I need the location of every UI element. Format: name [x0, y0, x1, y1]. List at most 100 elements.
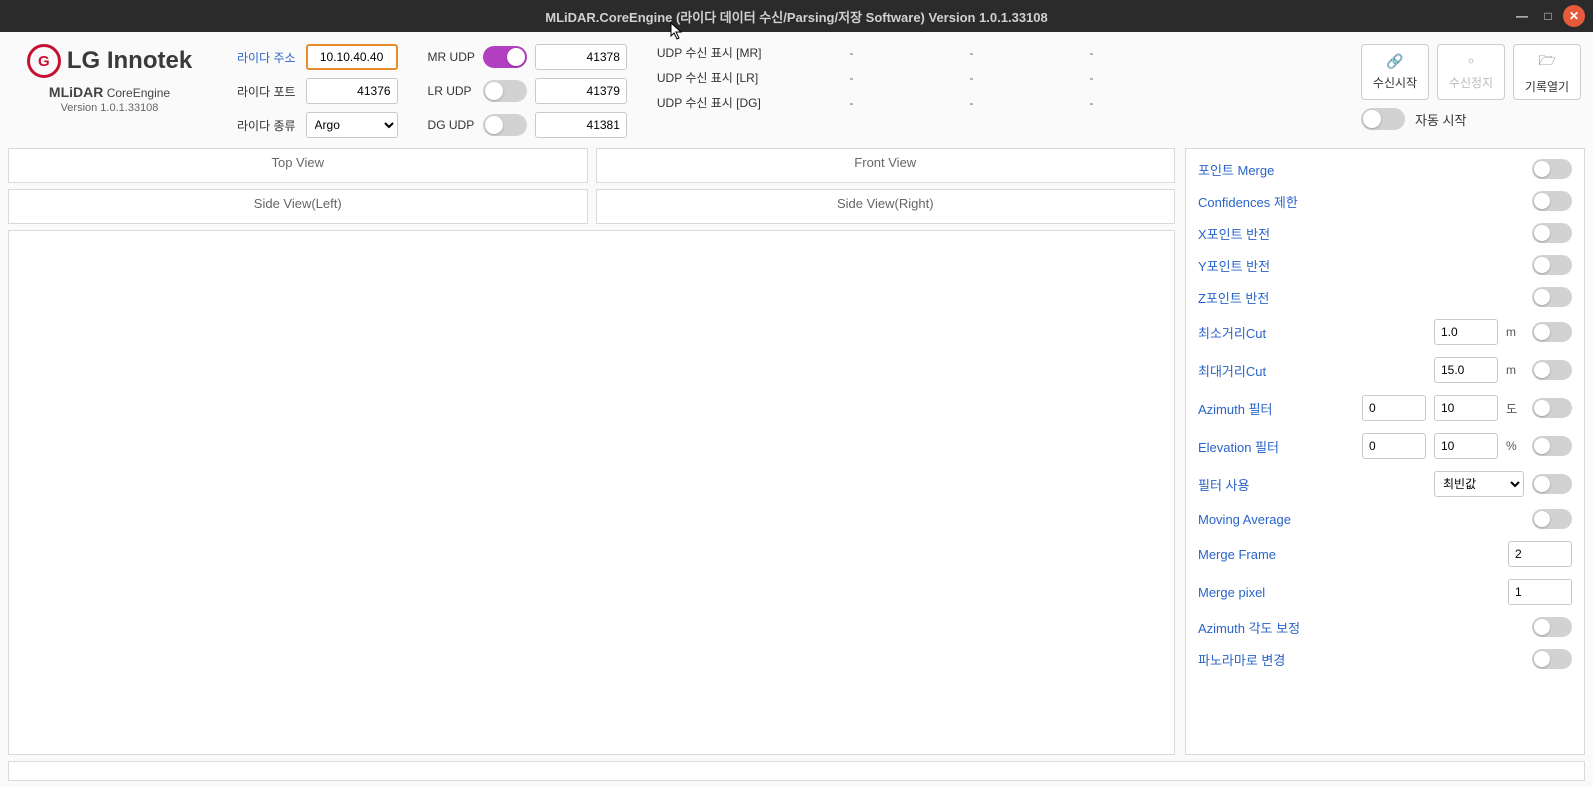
- open-record-button[interactable]: 🗁 기록열기: [1513, 44, 1581, 100]
- top-view-panel: Top View: [8, 148, 588, 183]
- disp-mr-label: UDP 수신 표시 [MR]: [657, 44, 762, 61]
- mr-udp-port[interactable]: [535, 44, 627, 70]
- stop-receive-button[interactable]: ⚬ 수신정지: [1437, 44, 1505, 100]
- lr-udp-port[interactable]: [535, 78, 627, 104]
- close-button[interactable]: ✕: [1563, 5, 1585, 27]
- brand-block: G LG Innotek MLiDAR CoreEngine Version 1…: [12, 44, 207, 114]
- disp-lr-v3: -: [1062, 71, 1122, 85]
- opt-mpixel-input[interactable]: [1508, 579, 1572, 605]
- minimize-button[interactable]: —: [1511, 5, 1533, 27]
- lidar-config: 라이다 주소 라이다 포트 라이다 종류 Argo: [237, 44, 398, 138]
- type-label: 라이다 종류: [237, 117, 296, 134]
- addr-label: 라이다 주소: [237, 49, 296, 66]
- opt-azcorr-toggle[interactable]: [1532, 617, 1572, 637]
- disp-dg-v3: -: [1062, 96, 1122, 110]
- opt-maxcut-toggle[interactable]: [1532, 360, 1572, 380]
- udp-display: UDP 수신 표시 [MR] - - - UDP 수신 표시 [LR] - - …: [657, 44, 1122, 111]
- opt-fuse-label: 필터 사용: [1198, 475, 1249, 494]
- opt-maxcut-input[interactable]: [1434, 357, 1498, 383]
- opt-mpixel-label: Merge pixel: [1198, 585, 1265, 600]
- opt-az-label: Azimuth 필터: [1198, 399, 1273, 418]
- opt-yflip-toggle[interactable]: [1532, 255, 1572, 275]
- mr-udp-label: MR UDP: [428, 50, 475, 64]
- titlebar: MLiDAR.CoreEngine (라이다 데이터 수신/Parsing/저장…: [0, 0, 1593, 32]
- opt-merge-label: 포인트 Merge: [1198, 160, 1274, 179]
- right-view-panel: Side View(Right): [596, 189, 1176, 224]
- lr-udp-toggle[interactable]: [483, 80, 527, 102]
- disp-dg-v2: -: [942, 96, 1002, 110]
- window-title: MLiDAR.CoreEngine (라이다 데이터 수신/Parsing/저장…: [545, 7, 1048, 26]
- opt-mframe-input[interactable]: [1508, 541, 1572, 567]
- autostart-toggle[interactable]: [1361, 108, 1405, 130]
- product-subname: CoreEngine: [107, 86, 170, 100]
- opt-yflip-label: Y포인트 반전: [1198, 256, 1270, 275]
- config-toolbar: G LG Innotek MLiDAR CoreEngine Version 1…: [8, 38, 1585, 148]
- unlink-icon: ⚬: [1465, 53, 1477, 70]
- opt-pano-label: 파노라마로 변경: [1198, 650, 1285, 669]
- disp-mr-v1: -: [822, 46, 882, 60]
- opt-az-a-input[interactable]: [1362, 395, 1426, 421]
- link-icon: 🔗: [1386, 53, 1403, 70]
- opt-pano-toggle[interactable]: [1532, 649, 1572, 669]
- opt-fuse-select[interactable]: 최빈값: [1434, 471, 1524, 497]
- disp-dg-v1: -: [822, 96, 882, 110]
- opt-mincut-label: 최소거리Cut: [1198, 323, 1266, 342]
- udp-config: MR UDP LR UDP DG UDP: [428, 44, 627, 138]
- statusbar: [8, 761, 1585, 781]
- dg-udp-toggle[interactable]: [483, 114, 527, 136]
- opt-maxcut-unit: m: [1506, 363, 1524, 377]
- opt-el-unit: %: [1506, 439, 1524, 453]
- opt-mincut-toggle[interactable]: [1532, 322, 1572, 342]
- company-name: LG Innotek: [67, 47, 192, 75]
- disp-mr-v3: -: [1062, 46, 1122, 60]
- opt-el-label: Elevation 필터: [1198, 437, 1279, 456]
- type-select[interactable]: Argo: [306, 112, 398, 138]
- options-sidebar: 포인트 Merge Confidences 제한 X포인트 반전 Y포인트 반전…: [1185, 148, 1585, 755]
- dg-udp-label: DG UDP: [428, 118, 475, 132]
- opt-azcorr-label: Azimuth 각도 보정: [1198, 618, 1300, 637]
- autostart-label: 자동 시작: [1415, 110, 1466, 129]
- opt-mavg-toggle[interactable]: [1532, 509, 1572, 529]
- opt-fuse-toggle[interactable]: [1532, 474, 1572, 494]
- opt-xflip-label: X포인트 반전: [1198, 224, 1270, 243]
- opt-az-toggle[interactable]: [1532, 398, 1572, 418]
- opt-zflip-label: Z포인트 반전: [1198, 288, 1269, 307]
- opt-mincut-unit: m: [1506, 325, 1524, 339]
- start-receive-button[interactable]: 🔗 수신시작: [1361, 44, 1429, 100]
- opt-conf-label: Confidences 제한: [1198, 192, 1298, 211]
- product-name: MLiDAR: [49, 84, 103, 100]
- log-area[interactable]: [8, 230, 1175, 755]
- opt-mframe-label: Merge Frame: [1198, 547, 1276, 562]
- maximize-button[interactable]: □: [1537, 5, 1559, 27]
- mr-udp-toggle[interactable]: [483, 46, 527, 68]
- front-view-label: Front View: [597, 149, 1175, 176]
- folder-icon: 🗁: [1538, 50, 1555, 74]
- left-view-label: Side View(Left): [9, 190, 587, 217]
- opt-zflip-toggle[interactable]: [1532, 287, 1572, 307]
- dg-udp-port[interactable]: [535, 112, 627, 138]
- port-input[interactable]: [306, 78, 398, 104]
- disp-lr-v2: -: [942, 71, 1002, 85]
- disp-dg-label: UDP 수신 표시 [DG]: [657, 94, 762, 111]
- opt-mavg-label: Moving Average: [1198, 512, 1291, 527]
- port-label: 라이다 포트: [237, 83, 296, 100]
- front-view-panel: Front View: [596, 148, 1176, 183]
- addr-input[interactable]: [306, 44, 398, 70]
- opt-el-a-input[interactable]: [1362, 433, 1426, 459]
- disp-lr-v1: -: [822, 71, 882, 85]
- open-label: 기록열기: [1525, 78, 1569, 95]
- opt-merge-toggle[interactable]: [1532, 159, 1572, 179]
- stop-label: 수신정지: [1449, 74, 1493, 91]
- opt-mincut-input[interactable]: [1434, 319, 1498, 345]
- opt-el-b-input[interactable]: [1434, 433, 1498, 459]
- top-view-label: Top View: [9, 149, 587, 176]
- opt-az-b-input[interactable]: [1434, 395, 1498, 421]
- disp-lr-label: UDP 수신 표시 [LR]: [657, 69, 762, 86]
- opt-xflip-toggle[interactable]: [1532, 223, 1572, 243]
- disp-mr-v2: -: [942, 46, 1002, 60]
- opt-az-unit: 도: [1506, 400, 1524, 417]
- start-label: 수신시작: [1373, 74, 1417, 91]
- opt-el-toggle[interactable]: [1532, 436, 1572, 456]
- version-text: Version 1.0.1.33108: [12, 102, 207, 114]
- opt-conf-toggle[interactable]: [1532, 191, 1572, 211]
